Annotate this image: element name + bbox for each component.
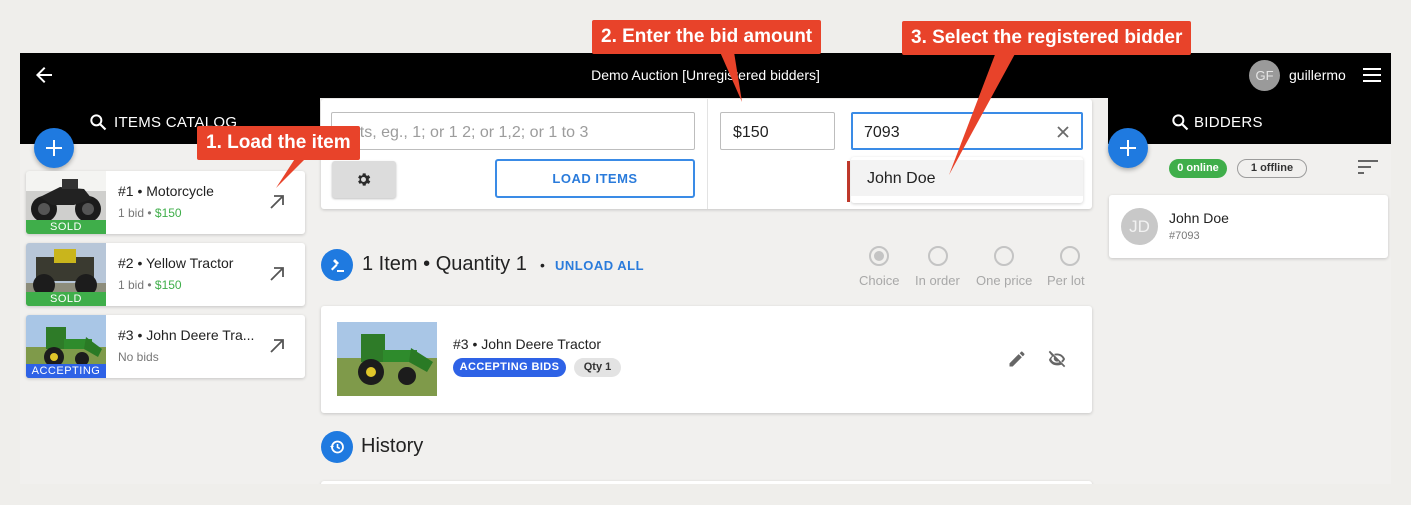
- callout-select-bidder: 3. Select the registered bidder: [902, 21, 1192, 55]
- callout-load-item: 1. Load the item: [197, 126, 360, 160]
- callout-arrows: [276, 52, 1016, 188]
- callout-bid-amount: 2. Enter the bid amount: [592, 20, 822, 54]
